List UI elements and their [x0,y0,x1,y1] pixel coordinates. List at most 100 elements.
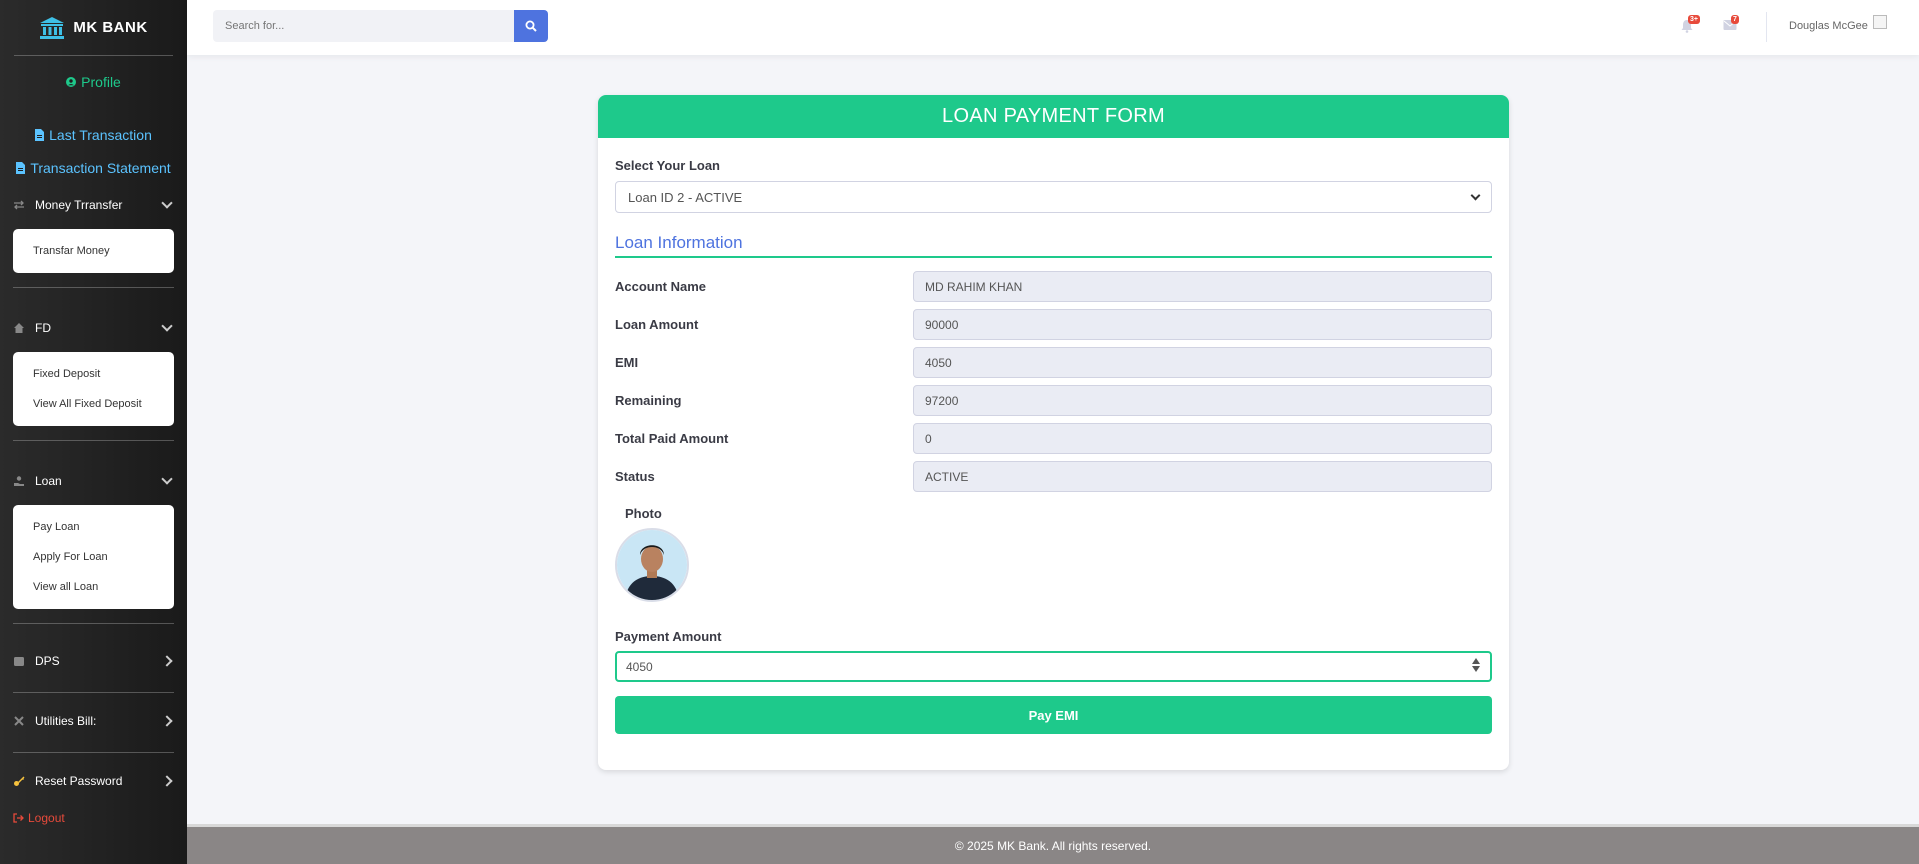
emi-field: 4050 [913,347,1492,378]
search-icon [525,20,537,32]
search-bar [213,10,548,42]
loan-info-title: Loan Information [615,233,1492,258]
section-label: Utilities Bill: [35,714,97,728]
field-row-account-name: Account Name MD RAHIM KHAN [615,271,1492,302]
sidebar-item-label: Transaction Statement [30,160,171,176]
account-name-field: MD RAHIM KHAN [913,271,1492,302]
topbar-divider [1766,12,1767,42]
submenu-loan: Pay Loan Apply For Loan View all Loan [13,505,174,609]
chevron-right-icon [161,715,173,727]
payment-amount-label: Payment Amount [615,629,722,644]
sidebar: MK BANK Profile Last Transaction Transac… [0,0,187,864]
sidebar-section-utilities[interactable]: Utilities Bill: [0,711,187,731]
hand-holding-icon [14,476,24,486]
field-row-emi: EMI 4050 [615,347,1492,378]
sidebar-section-fd[interactable]: FD [0,318,187,338]
payment-amount-value: 4050 [626,659,653,674]
home-icon [14,323,24,333]
person-photo-icon [617,530,687,600]
payment-amount-input[interactable]: 4050 [615,651,1492,682]
card-title: LOAN PAYMENT FORM [598,95,1509,138]
submenu-item-pay-loan[interactable]: Pay Loan [13,512,174,542]
number-stepper[interactable] [1472,658,1480,672]
field-row-remaining: Remaining 97200 [615,385,1492,416]
field-label: Remaining [615,393,682,408]
chevron-down-icon [161,320,173,332]
chevron-down-icon [1470,190,1481,201]
footer-text: © 2025 MK Bank. All rights reserved. [954,838,1152,853]
submenu-item-apply-for-loan[interactable]: Apply For Loan [13,542,174,572]
section-label: FD [35,321,51,335]
stepper-down-icon[interactable] [1472,666,1480,672]
brand[interactable]: MK BANK [14,0,173,56]
wallet-icon [14,657,24,666]
search-input[interactable] [213,10,514,42]
pay-emi-button[interactable]: Pay EMI [615,696,1492,734]
messages-button[interactable]: 7 [1723,15,1739,33]
tools-icon [14,716,24,726]
divider [13,287,174,288]
chevron-down-icon [161,197,173,209]
avatar[interactable] [1873,15,1887,29]
sidebar-section-reset-password[interactable]: Reset Password [0,771,187,791]
divider [13,752,174,753]
submenu-money-transfer: Transfar Money [13,229,174,273]
sidebar-item-label: Last Transaction [49,127,152,143]
divider [13,692,174,693]
section-label: Loan [35,474,62,488]
field-row-total-paid: Total Paid Amount 0 [615,423,1492,454]
chevron-down-icon [161,473,173,485]
field-row-loan-amount: Loan Amount 90000 [615,309,1492,340]
section-label: Reset Password [35,774,123,788]
file-icon [35,129,45,141]
search-button[interactable] [514,10,548,42]
field-label: Status [615,469,655,484]
key-icon [14,776,25,786]
submenu-item-transfer-money[interactable]: Transfar Money [13,236,174,266]
field-row-status: Status ACTIVE [615,461,1492,492]
sidebar-section-dps[interactable]: DPS [0,651,187,671]
bank-icon [40,16,65,39]
footer: © 2025 MK Bank. All rights reserved. [187,824,1919,864]
card-body: Select Your Loan Loan ID 2 - ACTIVE Loan… [598,158,1509,734]
loan-select[interactable]: Loan ID 2 - ACTIVE [615,181,1492,213]
user-name[interactable]: Douglas McGee [1789,20,1868,32]
section-label: Money Trransfer [35,198,123,212]
alerts-badge: 3+ [1688,15,1700,24]
file-icon [16,162,26,174]
field-label: Total Paid Amount [615,431,729,446]
select-loan-label: Select Your Loan [615,158,720,173]
submenu-fd: Fixed Deposit View All Fixed Deposit [13,352,174,426]
chevron-right-icon [161,775,173,787]
logout-link[interactable]: Logout [0,811,187,825]
messages-badge: 7 [1731,15,1739,24]
submenu-item-fixed-deposit[interactable]: Fixed Deposit [13,359,174,389]
sidebar-item-label: Profile [81,74,121,90]
topbar: 3+ 7 Douglas McGee [187,0,1919,55]
field-label: Loan Amount [615,317,699,332]
brand-name: MK BANK [73,19,148,36]
sidebar-section-money-transfer[interactable]: Money Trransfer [0,195,187,215]
status-field: ACTIVE [913,461,1492,492]
stepper-up-icon[interactable] [1472,658,1480,664]
sign-out-icon [13,813,24,823]
field-label: Account Name [615,279,707,294]
submenu-item-view-all-fixed-deposit[interactable]: View All Fixed Deposit [13,389,174,419]
sidebar-item-profile[interactable]: Profile [0,72,187,92]
loan-payment-card: LOAN PAYMENT FORM Select Your Loan Loan … [598,95,1509,770]
sidebar-section-loan[interactable]: Loan [0,471,187,491]
divider [13,440,174,441]
total-paid-field: 0 [913,423,1492,454]
chevron-right-icon [161,655,173,667]
field-label: EMI [615,355,639,370]
section-label: DPS [35,654,60,668]
sidebar-item-last-transaction[interactable]: Last Transaction [0,125,187,145]
submenu-item-view-all-loan[interactable]: View all Loan [13,572,174,602]
loan-select-value: Loan ID 2 - ACTIVE [628,189,743,205]
logout-label: Logout [28,811,65,825]
loan-amount-field: 90000 [913,309,1492,340]
exchange-icon [14,200,24,210]
borrower-photo [615,528,689,602]
alerts-button[interactable]: 3+ [1680,15,1700,33]
sidebar-item-transaction-statement[interactable]: Transaction Statement [0,158,187,178]
